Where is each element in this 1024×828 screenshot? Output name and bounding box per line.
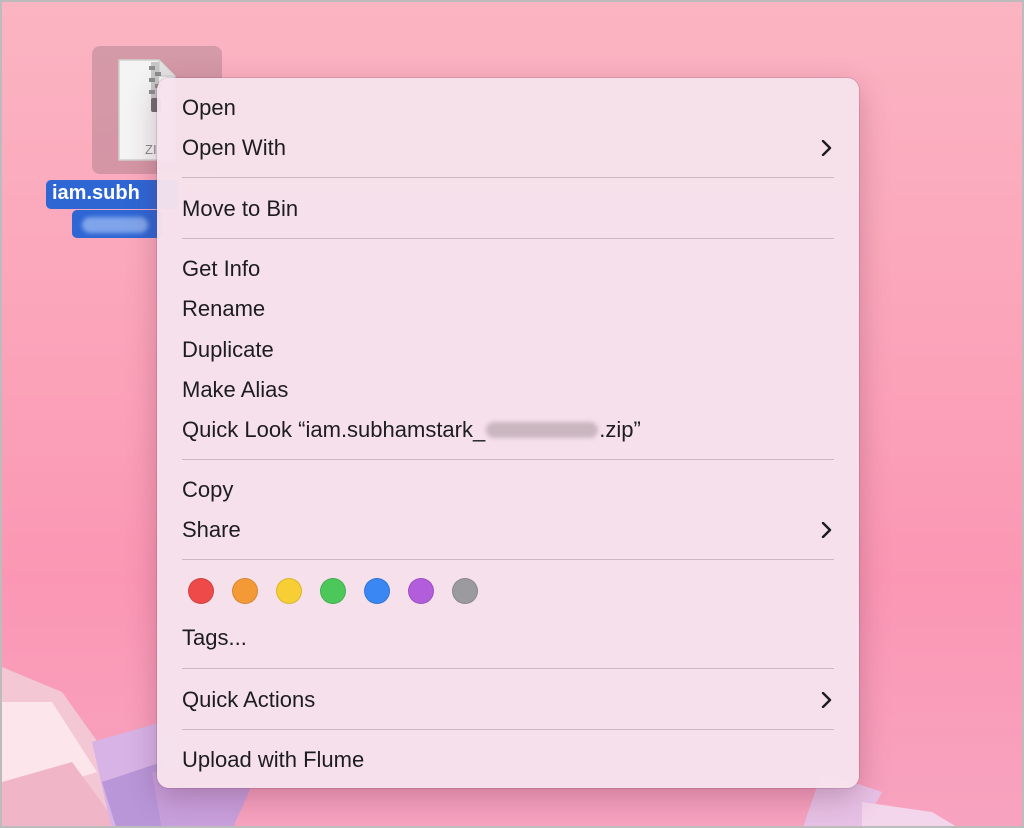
menu-item-open[interactable]: Open bbox=[157, 89, 859, 127]
menu-item-label: Move to Bin bbox=[182, 196, 299, 221]
menu-item-quick-actions[interactable]: Quick Actions bbox=[157, 681, 859, 719]
tag-blue-dot[interactable] bbox=[364, 578, 390, 604]
menu-item-make-alias[interactable]: Make Alias bbox=[157, 371, 859, 409]
menu-separator bbox=[182, 729, 834, 730]
tag-yellow-dot[interactable] bbox=[276, 578, 302, 604]
menu-item-label: Rename bbox=[182, 296, 266, 321]
menu-item-label: Open With bbox=[182, 135, 286, 160]
chevron-right-icon bbox=[819, 511, 837, 549]
menu-separator bbox=[182, 459, 834, 460]
menu-item-tags[interactable]: Tags... bbox=[157, 619, 859, 657]
file-name-label-line2[interactable] bbox=[72, 210, 162, 238]
menu-item-rename[interactable]: Rename bbox=[157, 290, 859, 328]
menu-item-label: Tags... bbox=[182, 625, 247, 650]
menu-item-upload-with-flume[interactable]: Upload with Flume bbox=[157, 741, 859, 779]
menu-item-label: Quick Actions bbox=[182, 687, 316, 712]
redacted-text bbox=[486, 421, 599, 438]
menu-item-get-info[interactable]: Get Info bbox=[157, 250, 859, 288]
menu-item-label: Share bbox=[182, 517, 241, 542]
menu-item-duplicate[interactable]: Duplicate bbox=[157, 331, 859, 369]
tag-orange-dot[interactable] bbox=[232, 578, 258, 604]
menu-item-label: Make Alias bbox=[182, 377, 289, 402]
menu-item-copy[interactable]: Copy bbox=[157, 471, 859, 509]
menu-item-open-with[interactable]: Open With bbox=[157, 129, 859, 167]
menu-item-label: Upload with Flume bbox=[182, 747, 365, 772]
tag-gray-dot[interactable] bbox=[452, 578, 478, 604]
menu-separator bbox=[182, 238, 834, 239]
context-menu: Open Open With Move to Bin Get Info Rena… bbox=[157, 78, 859, 788]
tag-green-dot[interactable] bbox=[320, 578, 346, 604]
menu-item-move-to-bin[interactable]: Move to Bin bbox=[157, 190, 859, 228]
zip-type-badge: ZI bbox=[145, 142, 157, 157]
menu-item-label: Copy bbox=[182, 477, 234, 502]
menu-item-share[interactable]: Share bbox=[157, 511, 859, 549]
menu-separator bbox=[182, 668, 834, 669]
menu-separator bbox=[182, 177, 834, 178]
tag-purple-dot[interactable] bbox=[408, 578, 434, 604]
desktop: ZI iam.subh Open Open With Move to Bin G… bbox=[0, 0, 1024, 828]
menu-separator bbox=[182, 559, 834, 560]
menu-item-label-prefix: Quick Look “iam.subhamstark_ bbox=[182, 417, 486, 442]
tag-red-dot[interactable] bbox=[188, 578, 214, 604]
chevron-right-icon bbox=[819, 681, 837, 719]
menu-item-label: Get Info bbox=[182, 256, 261, 281]
chevron-right-icon bbox=[819, 129, 837, 167]
menu-item-label-suffix: .zip” bbox=[599, 417, 641, 442]
redacted-text bbox=[82, 217, 148, 233]
menu-item-quick-look[interactable]: Quick Look “iam.subhamstark_ .zip” bbox=[157, 411, 859, 449]
menu-item-label: Duplicate bbox=[182, 337, 274, 362]
menu-item-label: Open bbox=[182, 95, 236, 120]
